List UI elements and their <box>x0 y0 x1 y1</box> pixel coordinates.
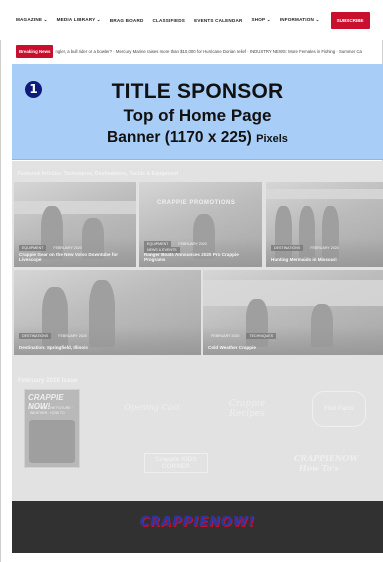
kids-corner-tile[interactable]: Crappie KIDS CORNER <box>144 443 208 483</box>
card-tag[interactable]: DESTINATIONS <box>19 333 52 339</box>
featured-heading: Featured Articles: Techniques, Destinati… <box>18 171 179 177</box>
top-navigation: MAGAZINE ⌄ MEDIA LIBRARY ⌄ BRAG BOARD CL… <box>0 0 383 40</box>
news-ticker: Breaking News ngler, a bull rider or a b… <box>0 41 383 61</box>
card-title[interactable]: Hunting Mermaids in Missouri <box>271 257 337 263</box>
card-date: FEBRUARY 2020 <box>58 334 87 338</box>
article-photo-lake <box>14 200 136 215</box>
card-date: FEBRUARY 2020 <box>178 242 207 246</box>
article-card[interactable]: DESTINATIONS FEBRUARY 2020 Hunting Merma… <box>266 182 383 267</box>
article-card[interactable]: CRAPPIE PROMOTIONS EQUIPMENT FEBRUARY 20… <box>139 182 262 267</box>
nav-shop[interactable]: SHOP ⌄ <box>252 17 271 23</box>
card-title[interactable]: Ranger Boats Announces 2020 Pro Crappie … <box>144 252 255 263</box>
card-tags: DESTINATIONS FEBRUARY 2020 <box>271 245 342 251</box>
fish-facts-tile[interactable]: Fish Facts <box>312 391 366 427</box>
article-card[interactable]: EQUIPMENT FEBRUARY 2020 Crappie Gear on … <box>14 182 136 267</box>
card-title[interactable]: Cold Weather Crappie <box>208 345 256 351</box>
card-title[interactable]: Crappie Gear on the New Volvo Downtube f… <box>19 252 129 263</box>
article-photo-lake <box>203 280 383 306</box>
cover-subtitle: PLOTTING THE FUTURE · WEATHER · HOW TO <box>30 406 73 415</box>
card-tags: DESTINATIONS FEBRUARY 2020 <box>19 333 90 339</box>
card-tag[interactable]: EQUIPMENT <box>19 245 47 251</box>
crappie-now-logo[interactable]: CRAPPIENOW! <box>12 515 383 530</box>
breaking-news-label: Breaking News <box>16 44 54 58</box>
card-promo-text: CRAPPIE PROMOTIONS <box>157 200 236 206</box>
subscribe-button[interactable]: SUBSCRIBE <box>330 11 370 29</box>
page-content-placeholder: Featured Articles: Techniques, Destinati… <box>12 161 383 501</box>
card-date: FEBRUARY 2020 <box>211 334 240 338</box>
card-date: FEBRUARY 2020 <box>310 246 339 250</box>
nav-information[interactable]: INFORMATION ⌄ <box>280 17 320 23</box>
nav-magazine[interactable]: MAGAZINE ⌄ <box>16 17 48 23</box>
sponsor-size-unit: Pixels <box>256 133 288 145</box>
opening-cast-label: Opening Cast <box>124 402 180 412</box>
card-tag[interactable]: DESTINATIONS <box>271 245 304 251</box>
card-tags: FEBRUARY 2020 TECHNIQUES <box>208 333 276 339</box>
crappie-recipes-label: Crappie Recipes <box>228 399 266 419</box>
sponsor-size-text: Banner (1170 x 225) <box>107 129 252 146</box>
how-tos-label: CRAPPIENOW How To's <box>294 453 359 473</box>
opening-cast-tile[interactable]: Opening Cast <box>122 387 182 427</box>
crappie-recipes-tile[interactable]: Crappie Recipes <box>214 387 280 431</box>
sponsor-placement: Top of Home Page <box>123 106 272 125</box>
sponsor-title: TITLE SPONSOR <box>111 80 284 103</box>
article-card[interactable]: DESTINATIONS FEBRUARY 2020 Destination: … <box>14 270 201 355</box>
article-photo-lake <box>266 188 383 199</box>
article-card[interactable]: FEBRUARY 2020 TECHNIQUES Cold Weather Cr… <box>203 270 383 355</box>
footer-bottom-strip <box>12 553 383 562</box>
kids-corner-label: Crappie KIDS CORNER <box>144 453 208 473</box>
nav-classifieds[interactable]: CLASSIFIEDS <box>152 18 185 23</box>
ticker-text[interactable]: ngler, a bull rider or a bowler? · Mercu… <box>55 49 361 54</box>
title-sponsor-banner[interactable]: 1 TITLE SPONSOR Top of Home Page Banner … <box>12 64 383 160</box>
how-tos-tile[interactable]: CRAPPIENOW How To's <box>288 441 359 485</box>
card-title[interactable]: Destination: Springfield, Illinois <box>19 345 88 351</box>
card-tag[interactable]: TECHNIQUES <box>246 333 276 339</box>
site-footer: CRAPPIENOW! <box>12 501 383 553</box>
cover-image <box>29 420 75 463</box>
issue-heading: February 2020 Issue <box>18 378 78 384</box>
fish-facts-label: Fish Facts <box>324 406 354 412</box>
sponsor-size: Banner (1170 x 225) Pixels <box>12 129 383 147</box>
card-tags: EQUIPMENT FEBRUARY 2020 <box>19 245 85 251</box>
card-date: FEBRUARY 2020 <box>53 246 82 250</box>
nav-events-calendar[interactable]: EVENTS CALENDAR <box>194 18 242 23</box>
nav-brag-board[interactable]: BRAG BOARD <box>110 18 144 23</box>
magazine-cover[interactable]: CRAPPIE NOW! PLOTTING THE FUTURE · WEATH… <box>24 389 80 468</box>
nav-media-library[interactable]: MEDIA LIBRARY ⌄ <box>57 17 101 23</box>
